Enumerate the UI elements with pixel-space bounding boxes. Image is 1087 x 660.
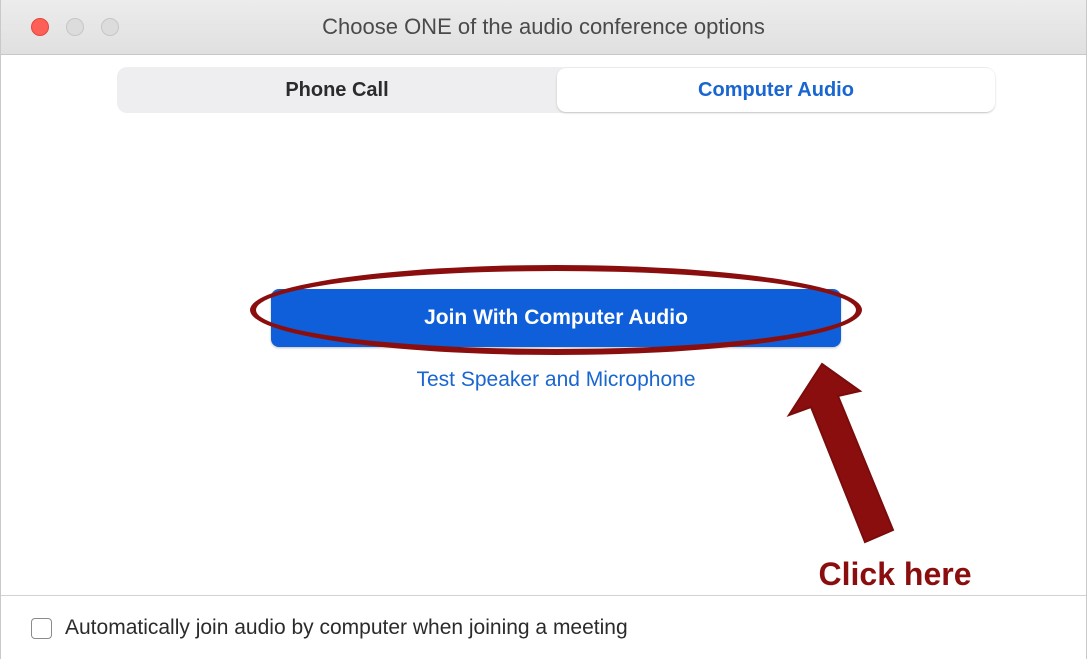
click-here-annotation: Click here <box>818 556 972 592</box>
footer: Automatically join audio by computer whe… <box>1 595 1086 660</box>
join-with-computer-audio-button[interactable]: Join With Computer Audio <box>271 289 841 347</box>
test-speaker-microphone-link[interactable]: Test Speaker and Microphone <box>271 368 841 392</box>
window-title: Choose ONE of the audio conference optio… <box>322 14 765 39</box>
auto-join-label[interactable]: Automatically join audio by computer whe… <box>65 616 628 640</box>
title-bar: Choose ONE of the audio conference optio… <box>1 0 1086 55</box>
tab-phone-call[interactable]: Phone Call <box>117 67 557 113</box>
tab-computer-audio[interactable]: Computer Audio <box>557 68 995 112</box>
auto-join-checkbox[interactable] <box>31 618 52 639</box>
audio-mode-tabs: Phone Call Computer Audio <box>117 67 995 113</box>
